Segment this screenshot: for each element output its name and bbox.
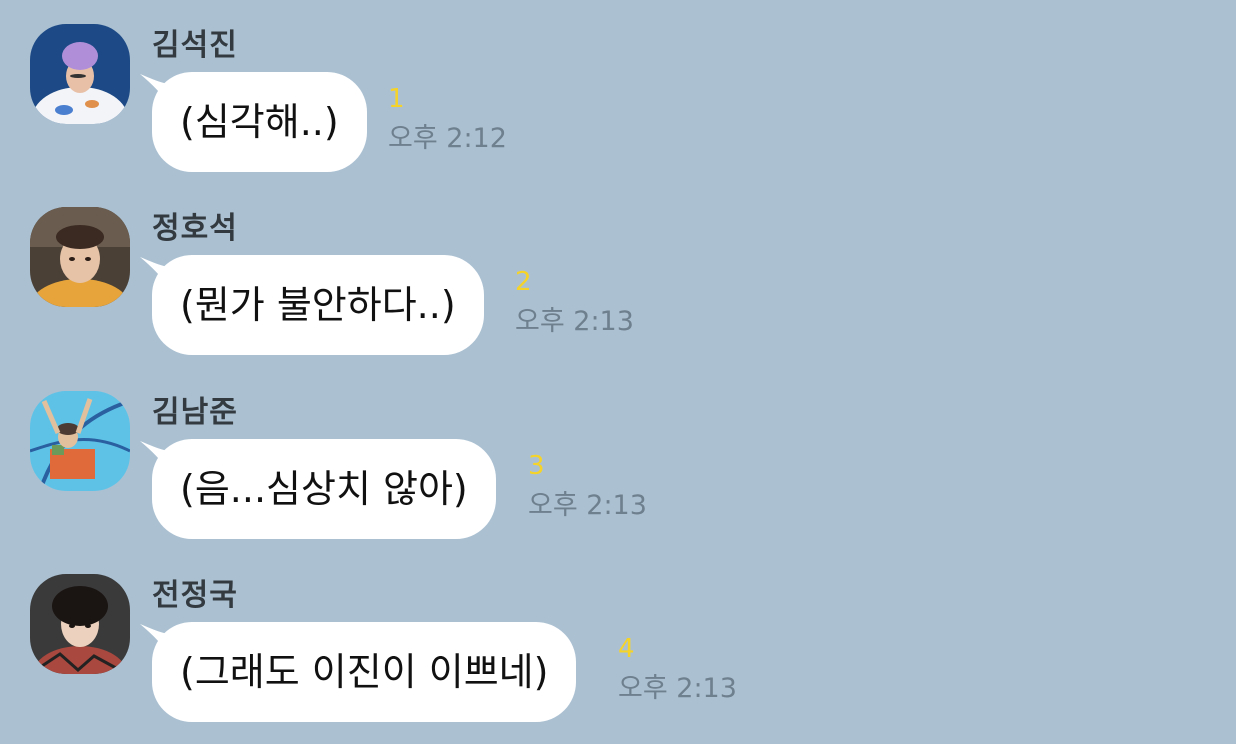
- sender-name: 김남준: [152, 395, 238, 430]
- chat-message: 정호석 (뭔가 불안하다..) 2 오후 2:13: [0, 207, 1236, 377]
- bubble-tail: [140, 441, 170, 471]
- sender-name: 전정국: [152, 578, 238, 613]
- message-time: 오후 2:13: [528, 490, 647, 521]
- chat-message-list[interactable]: 김석진 (심각해..) 1 오후 2:12 정호석 (뭔가 불안하다..) 2 …: [0, 0, 1236, 736]
- message-bubble[interactable]: (뭔가 불안하다..): [152, 255, 484, 355]
- sender-name: 정호석: [152, 211, 238, 246]
- profile-photo-icon[interactable]: [30, 574, 130, 674]
- sender-name: 김석진: [152, 28, 238, 63]
- chat-message: 김남준 (음...심상치 않아) 3 오후 2:13: [0, 391, 1236, 561]
- unread-count: 3: [528, 451, 545, 481]
- profile-photo-icon[interactable]: [30, 391, 130, 491]
- chat-message: 김석진 (심각해..) 1 오후 2:12: [0, 24, 1236, 194]
- message-time: 오후 2:13: [515, 306, 634, 337]
- message-time: 오후 2:12: [388, 123, 507, 154]
- unread-count: 4: [618, 634, 635, 664]
- unread-count: 2: [515, 267, 532, 297]
- message-bubble[interactable]: (심각해..): [152, 72, 367, 172]
- message-bubble[interactable]: (그래도 이진이 이쁘네): [152, 622, 577, 722]
- bubble-tail: [140, 257, 170, 287]
- message-time: 오후 2:13: [618, 673, 737, 704]
- profile-photo-icon[interactable]: [30, 24, 130, 124]
- unread-count: 1: [388, 84, 405, 114]
- chat-message: 전정국 (그래도 이진이 이쁘네) 4 오후 2:13: [0, 574, 1236, 744]
- bubble-tail: [140, 624, 170, 654]
- bubble-tail: [140, 74, 170, 104]
- profile-photo-icon[interactable]: [30, 207, 130, 307]
- message-bubble[interactable]: (음...심상치 않아): [152, 439, 496, 539]
